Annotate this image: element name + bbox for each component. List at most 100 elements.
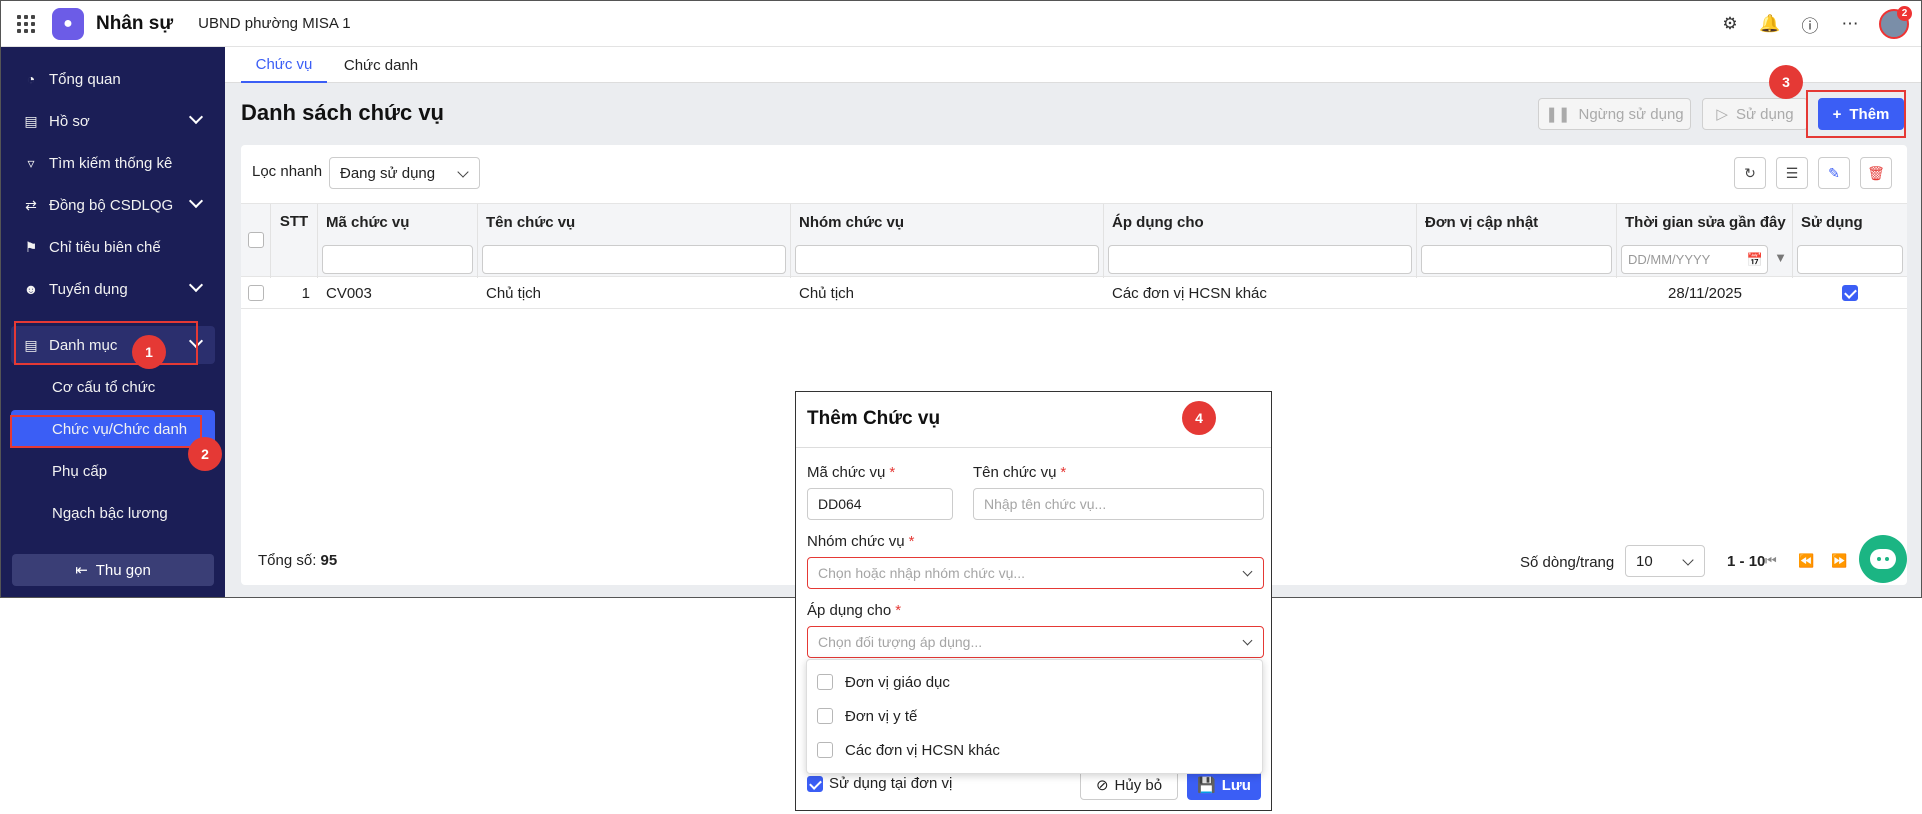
sidebar-subitem-positions[interactable]: Chức vụ/Chức danh: [11, 410, 215, 448]
help-icon[interactable]: ⓘ: [1799, 13, 1821, 36]
sidebar-item-recruitment[interactable]: ☻ Tuyển dụng: [11, 270, 215, 308]
filter-code-input[interactable]: [322, 245, 473, 274]
use-button[interactable]: ▷ Sử dụng: [1702, 98, 1808, 130]
calendar-icon[interactable]: 📅: [1747, 252, 1763, 268]
cancel-button[interactable]: ⊘ Hủy bỏ: [1080, 770, 1178, 800]
flag-icon: ⚑: [24, 238, 38, 255]
table-row[interactable]: 1 CV003 Chủ tịch Chủ tịch Các đơn vị HCS…: [241, 277, 1907, 309]
column-name[interactable]: Tên chức vụ: [478, 204, 791, 240]
first-page-icon[interactable]: ⏮: [1765, 553, 1777, 569]
row-in-use-checkbox[interactable]: [1842, 285, 1858, 301]
sidebar-subitem-allowance[interactable]: Phụ cấp: [11, 452, 215, 490]
option-checkbox[interactable]: [817, 742, 833, 758]
column-in-use[interactable]: Sử dụng: [1793, 204, 1907, 240]
filter-group-input[interactable]: [795, 245, 1099, 274]
step-marker-3: 3: [1769, 65, 1803, 99]
stop-using-button[interactable]: ❚❚ Ngừng sử dụng: [1538, 98, 1691, 130]
filter-date-input[interactable]: DD/MM/YYYY 📅: [1621, 245, 1768, 274]
filter-unit-input[interactable]: [1421, 245, 1612, 274]
filter-apply-input[interactable]: [1108, 245, 1412, 274]
column-stt: STT: [271, 204, 318, 278]
chat-support-icon[interactable]: [1859, 535, 1907, 583]
next-page-icon[interactable]: ⏩: [1831, 553, 1847, 569]
pause-icon: ❚❚: [1545, 106, 1571, 123]
column-update-unit[interactable]: Đơn vị cập nhật: [1417, 204, 1617, 240]
tab-titles[interactable]: Chức danh: [339, 47, 423, 83]
use-at-unit[interactable]: Sử dụng tại đơn vị: [807, 775, 952, 792]
sidebar-item-label: Tuyển dụng: [49, 280, 128, 298]
code-label: Mã chức vụ *: [807, 464, 895, 481]
option-other[interactable]: Các đơn vị HCSN khác: [817, 735, 1000, 765]
sidebar-item-profile[interactable]: ▤ Hồ sơ: [11, 102, 215, 140]
option-checkbox[interactable]: [817, 674, 833, 690]
column-apply-to[interactable]: Áp dụng cho: [1104, 204, 1417, 240]
option-checkbox[interactable]: [817, 708, 833, 724]
filter-cell-group: [791, 240, 1104, 278]
id-card-icon: ▤: [24, 112, 38, 129]
chevron-down-icon: [188, 333, 204, 349]
save-icon: 💾: [1197, 777, 1216, 794]
org-name[interactable]: UBND phường MISA 1: [198, 15, 350, 32]
avatar[interactable]: 2: [1879, 6, 1912, 39]
option-label: Các đơn vị HCSN khác: [845, 741, 1000, 759]
row-checkbox[interactable]: [248, 285, 264, 301]
sidebar-item-quota[interactable]: ⚑ Chỉ tiêu biên chế: [11, 228, 215, 266]
sidebar-subitem-label: Chức vụ/Chức danh: [52, 420, 188, 438]
apply-select[interactable]: Chọn đối tượng áp dụng...: [807, 626, 1264, 658]
add-button[interactable]: + Thêm: [1818, 98, 1904, 130]
column-modified-time[interactable]: Thời gian sửa gần đây: [1617, 204, 1793, 240]
sidebar-item-search-stats[interactable]: ▿ Tìm kiếm thống kê: [11, 144, 215, 182]
app-logo-icon: ●: [52, 7, 84, 40]
column-settings-icon[interactable]: ☰: [1776, 157, 1808, 189]
select-all-checkbox[interactable]: [248, 232, 264, 248]
filter-in-use-input[interactable]: [1797, 245, 1903, 274]
column-group[interactable]: Nhóm chức vụ: [791, 204, 1104, 240]
sidebar-subitem-org-structure[interactable]: Cơ cấu tổ chức: [11, 368, 215, 406]
option-health[interactable]: Đơn vị y tế: [817, 701, 917, 731]
edit-icon[interactable]: ✎: [1818, 157, 1850, 189]
range-end: 10: [1748, 553, 1766, 570]
sidebar-item-catalog[interactable]: ▤ Danh mục: [11, 326, 215, 364]
quick-filter-select[interactable]: Đang sử dụng: [329, 157, 480, 189]
sidebar-item-overview[interactable]: ◔ Tổng quan: [11, 60, 215, 98]
step-marker-1: 1: [132, 335, 166, 369]
group-label-text: Nhóm chức vụ: [807, 533, 905, 550]
code-field[interactable]: DD064: [807, 488, 953, 520]
column-code[interactable]: Mã chức vụ: [318, 204, 478, 240]
chart-pie-icon: ◔: [26, 71, 36, 87]
filter-cell-date: DD/MM/YYYY 📅 ▼: [1617, 240, 1793, 278]
rows-per-page-select[interactable]: 10: [1625, 545, 1705, 577]
prev-page-icon[interactable]: ⏪: [1798, 553, 1814, 569]
tab-positions[interactable]: Chức vụ: [241, 47, 327, 83]
cell-name: Chủ tịch: [486, 284, 542, 302]
settings-icon[interactable]: ⚙: [1719, 13, 1741, 35]
sidebar-item-label: Danh mục: [49, 336, 118, 354]
name-placeholder: Nhập tên chức vụ...: [984, 496, 1107, 512]
filter-icon[interactable]: ▼: [1774, 250, 1787, 265]
option-education[interactable]: Đơn vị giáo dục: [817, 667, 950, 697]
apply-label-text: Áp dụng cho: [807, 602, 892, 619]
chevron-down-icon: [188, 109, 204, 125]
save-button[interactable]: 💾 Lưu: [1187, 770, 1261, 800]
option-label: Đơn vị y tế: [845, 707, 918, 725]
filter-name-input[interactable]: [482, 245, 786, 274]
sidebar-subitem-salary-grade[interactable]: Ngạch bậc lương: [11, 494, 215, 532]
refresh-icon[interactable]: ↻: [1734, 157, 1766, 189]
sync-icon: ⇄: [25, 196, 37, 213]
quick-filter-label: Lọc nhanh: [252, 163, 323, 180]
delete-icon[interactable]: 🗑: [1860, 157, 1892, 189]
sidebar-item-sync[interactable]: ⇄ Đồng bộ CSDLQG: [11, 186, 215, 224]
group-placeholder: Chọn hoặc nhập nhóm chức vụ...: [818, 565, 1026, 581]
use-at-unit-checkbox[interactable]: [807, 775, 823, 792]
collapse-sidebar-button[interactable]: ⇤ Thu gọn: [12, 554, 214, 586]
stop-using-label: Ngừng sử dụng: [1578, 105, 1684, 123]
bell-icon[interactable]: 🔔: [1759, 13, 1781, 35]
sidebar-item-label: Tổng quan: [49, 70, 121, 88]
name-label-text: Tên chức vụ: [973, 464, 1057, 481]
apps-grid-icon[interactable]: [15, 13, 37, 35]
group-select[interactable]: Chọn hoặc nhập nhóm chức vụ...: [807, 557, 1264, 589]
name-field[interactable]: Nhập tên chức vụ...: [973, 488, 1264, 520]
filter-cell-unit: [1417, 240, 1617, 278]
more-icon[interactable]: ⋯: [1839, 13, 1861, 35]
sidebar-subitem-label: Ngạch bậc lương: [52, 504, 168, 522]
